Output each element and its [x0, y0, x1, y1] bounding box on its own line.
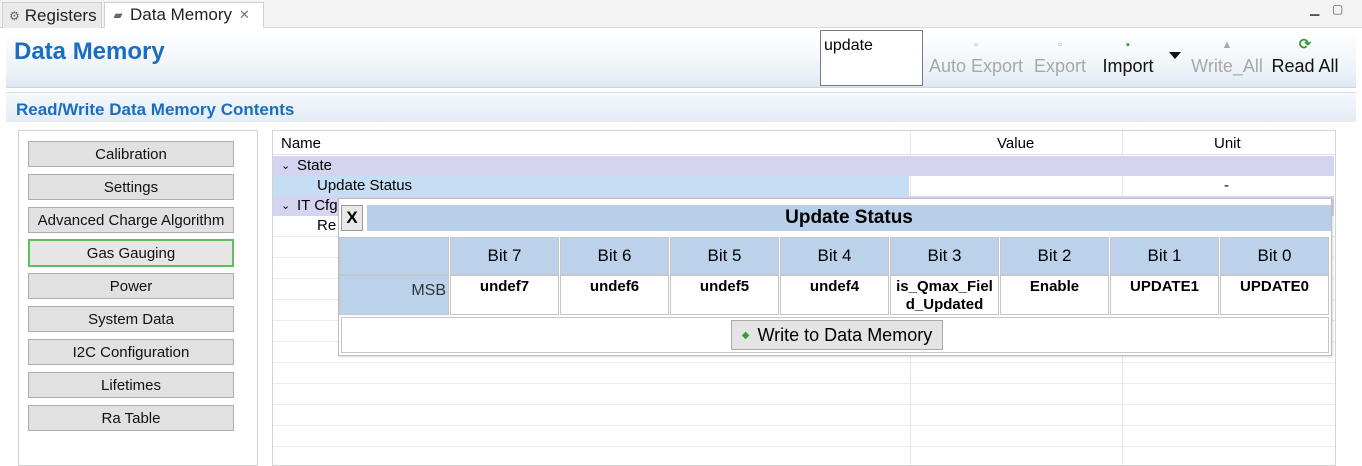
grid-line: [273, 383, 1335, 384]
import-label: Import: [1102, 56, 1154, 76]
item-label: Update Status: [317, 177, 413, 194]
bit-header: Bit 7: [450, 237, 559, 275]
update-status-popup: X Update Status MSB Bit 7 Bit 6 Bit 5 Bi…: [338, 198, 1332, 356]
read-all-label: Read All: [1271, 56, 1339, 76]
tab-registers-label: Registers: [24, 5, 97, 25]
category-power[interactable]: Power: [28, 273, 234, 299]
bit-value[interactable]: undef7: [450, 275, 559, 315]
bit-value[interactable]: undef4: [780, 275, 889, 315]
category-ra-table[interactable]: Ra Table: [28, 405, 234, 431]
write-button-label: Write to Data Memory: [757, 324, 933, 345]
group-label: IT Cfg: [297, 197, 338, 214]
bit-grid-corner: [339, 237, 449, 275]
bit-value[interactable]: Enable: [1000, 275, 1109, 315]
page-header: Data Memory update ▫ Auto Export ▫ Expor…: [6, 30, 1356, 88]
tab-registers[interactable]: ⚙ Registers: [2, 2, 102, 28]
bit-value[interactable]: undef5: [670, 275, 779, 315]
refresh-icon: ⟳: [1298, 36, 1312, 53]
arrow-up-icon: ▲: [1221, 39, 1233, 51]
close-icon[interactable]: ✕: [239, 7, 250, 23]
category-settings[interactable]: Settings: [28, 174, 234, 200]
table-row[interactable]: ⌄ State: [273, 156, 1334, 176]
category-i2c-configuration[interactable]: I2C Configuration: [28, 339, 234, 365]
tab-data-memory[interactable]: ▰ Data Memory ✕: [104, 2, 264, 28]
read-all-button[interactable]: ⟳ Read All: [1270, 34, 1340, 84]
page-title: Data Memory: [14, 38, 165, 65]
export-icon: ▫: [1058, 39, 1062, 51]
import-icon: ▪: [1126, 39, 1130, 51]
bit-header: Bit 1: [1110, 237, 1219, 275]
column-header-unit[interactable]: Unit: [1214, 135, 1241, 152]
search-input[interactable]: update: [820, 30, 923, 86]
msb-label: MSB: [339, 275, 449, 315]
bit-value[interactable]: is_Qmax_Fiel d_Updated: [890, 275, 999, 315]
grid-line: [273, 404, 1335, 405]
maximize-icon[interactable]: ▢: [1332, 2, 1343, 16]
minimize-icon[interactable]: ▁: [1310, 2, 1319, 16]
column-header-name[interactable]: Name: [281, 135, 321, 152]
auto-export-icon: ▫: [974, 39, 978, 51]
unit-cell: -: [1224, 177, 1229, 194]
auto-export-label: Auto Export: [928, 56, 1024, 76]
category-calibration[interactable]: Calibration: [28, 141, 234, 167]
group-label: State: [297, 157, 333, 174]
category-panel: Calibration Settings Advanced Charge Alg…: [18, 130, 258, 466]
bit-header: Bit 5: [670, 237, 779, 275]
item-label: Re: [317, 217, 337, 234]
chevron-down-icon[interactable]: ⌄: [281, 159, 290, 172]
bit-header: Bit 3: [890, 237, 999, 275]
export-label: Export: [1033, 56, 1087, 76]
bit-header: Bit 4: [780, 237, 889, 275]
import-button[interactable]: ▪ Import: [1098, 34, 1158, 84]
write-all-label: Write_All: [1191, 56, 1263, 76]
write-button-container: ◆ Write to Data Memory: [341, 317, 1329, 353]
auto-export-button[interactable]: ▫ Auto Export: [928, 34, 1024, 84]
bit-value[interactable]: UPDATE1: [1110, 275, 1219, 315]
tab-data-memory-label: Data Memory: [130, 5, 233, 24]
grid-line: [273, 425, 1335, 426]
section-title: Read/Write Data Memory Contents: [16, 100, 295, 119]
category-lifetimes[interactable]: Lifetimes: [28, 372, 234, 398]
export-button[interactable]: ▫ Export: [1032, 34, 1088, 84]
bit-value[interactable]: UPDATE0: [1220, 275, 1329, 315]
import-dropdown-icon[interactable]: [1169, 52, 1181, 59]
bit-header: Bit 2: [1000, 237, 1109, 275]
category-gas-gauging[interactable]: Gas Gauging: [28, 239, 234, 267]
grid-line: [273, 446, 1335, 447]
popup-title: Update Status: [367, 205, 1331, 231]
editor-tab-bar: ⚙ Registers ▰ Data Memory ✕ ▁ ▢: [0, 0, 1362, 28]
category-advanced-charge-algorithm[interactable]: Advanced Charge Algorithm: [28, 207, 234, 233]
grid-line: [273, 362, 1335, 363]
table-row[interactable]: Update Status -: [273, 176, 1335, 196]
category-system-data[interactable]: System Data: [28, 306, 234, 332]
column-header-value[interactable]: Value: [997, 135, 1034, 152]
memory-icon: ▰: [113, 8, 123, 22]
section-header: Read/Write Data Memory Contents: [6, 92, 1356, 122]
chevron-down-icon[interactable]: ⌄: [281, 199, 290, 212]
bit-header: Bit 0: [1220, 237, 1329, 275]
bit-value[interactable]: undef6: [560, 275, 669, 315]
table-header: Name Value Unit: [273, 131, 1335, 155]
write-all-button[interactable]: ▲ Write_All: [1190, 34, 1264, 84]
gear-icon: ⚙: [9, 8, 20, 23]
popup-close-button[interactable]: X: [341, 205, 363, 231]
write-to-data-memory-button[interactable]: ◆ Write to Data Memory: [731, 320, 943, 350]
bit-header: Bit 6: [560, 237, 669, 275]
arrow-up-icon: ◆: [741, 329, 750, 341]
